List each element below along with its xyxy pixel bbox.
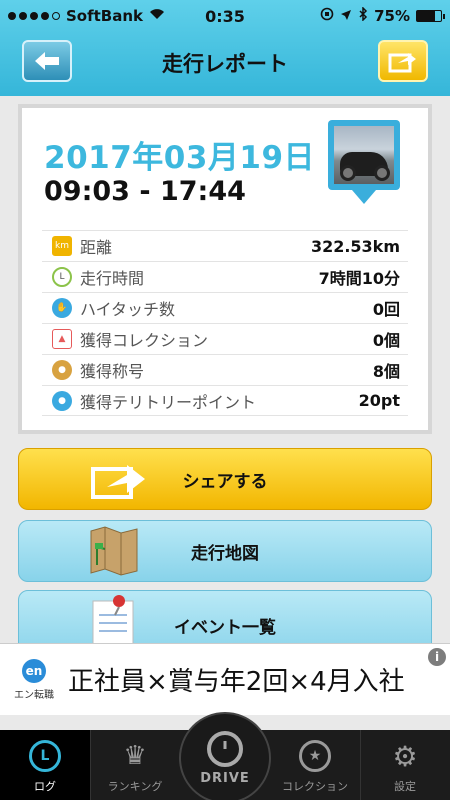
stat-value: 322.53km — [310, 236, 400, 256]
ride-map-label: 走行地図 — [191, 543, 259, 564]
tab-bar: L ログ ♛ ランキング DRIVE ★ コレクション ⚙ 設定 — [0, 712, 450, 800]
share-header-button[interactable] — [378, 40, 428, 82]
stat-row-territory: ● 獲得テリトリーポイント 20pt — [42, 385, 408, 416]
stat-row-collection: ▲ 獲得コレクション 0個 — [42, 323, 408, 354]
wifi-icon — [149, 8, 165, 24]
territory-icon: ● — [52, 390, 72, 411]
report-card: 2017年03月19日 09:03 - 17:44 km 距離 322.53km… — [18, 104, 432, 434]
tab-ranking[interactable]: ♛ ランキング — [90, 730, 180, 800]
stats-list: km 距離 322.53km L 走行時間 7時間10分 ✋ ハイタッチ数 0回… — [42, 230, 408, 416]
ad-text: 正社員×賞与年2回×4月入社 — [68, 667, 405, 697]
stat-value: 7時間10分 — [318, 269, 400, 288]
stat-label: ハイタッチ数 — [80, 300, 176, 319]
orientation-lock-icon — [320, 7, 334, 25]
top-bar: SoftBank 0:35 75% 走行レポート — [0, 0, 450, 96]
tab-drive[interactable]: DRIVE — [179, 712, 271, 800]
nav-bar: 走行レポート — [0, 36, 450, 86]
stat-value: 0回 — [372, 300, 400, 319]
share-button[interactable]: シェアする — [18, 448, 432, 510]
event-list-label: イベント一覧 — [174, 617, 276, 638]
tab-collection[interactable]: ★ コレクション — [270, 730, 360, 800]
drive-label: DRIVE — [200, 770, 250, 786]
share-button-label: シェアする — [182, 471, 268, 492]
signal-strength-icon — [8, 12, 60, 20]
power-icon — [207, 730, 243, 767]
log-clock-icon: L — [29, 740, 61, 772]
share-icon — [91, 465, 145, 499]
high-five-icon: ✋ — [52, 298, 72, 318]
ad-info-icon[interactable]: i — [428, 648, 446, 666]
report-date: 2017年03月19日 — [44, 140, 316, 176]
carrier-name: SoftBank — [66, 7, 144, 25]
distance-icon: km — [52, 236, 72, 256]
stat-row-high-five: ✋ ハイタッチ数 0回 — [42, 292, 408, 323]
drive-button[interactable]: DRIVE — [179, 712, 271, 800]
bluetooth-icon — [358, 6, 368, 25]
stat-row-title: ● 獲得称号 8個 — [42, 354, 408, 385]
ride-map-button[interactable]: 走行地図 — [18, 520, 432, 582]
stat-label: 距離 — [80, 238, 113, 257]
tab-label: ランキング — [107, 780, 163, 793]
ride-photo-pin[interactable] — [328, 120, 400, 208]
ad-logo-mark: en — [22, 658, 46, 683]
battery-percent: 75% — [374, 7, 410, 25]
tab-label: 設定 — [394, 780, 416, 793]
status-bar: SoftBank 0:35 75% — [0, 0, 450, 32]
tab-settings[interactable]: ⚙ 設定 — [360, 730, 450, 800]
stat-label: 獲得テリトリーポイント — [80, 392, 257, 412]
battery-icon — [416, 10, 445, 22]
gear-icon: ⚙ — [392, 739, 418, 773]
ride-photo — [334, 126, 394, 184]
stat-label: 獲得称号 — [80, 362, 145, 381]
stat-value: 20pt — [358, 391, 400, 410]
title-badge-icon: ● — [52, 360, 72, 380]
tab-label: ログ — [34, 780, 56, 793]
stat-label: 走行時間 — [80, 269, 145, 288]
trophy-icon: ♛ — [123, 741, 147, 771]
stat-label: 獲得コレクション — [80, 331, 209, 350]
clock-icon: L — [52, 267, 72, 287]
stat-value: 0個 — [372, 331, 400, 350]
stat-row-distance: km 距離 322.53km — [42, 230, 408, 261]
ad-banner[interactable]: en エン転職 正社員×賞与年2回×4月入社 i — [0, 643, 450, 715]
ad-logo-text: エン転職 — [14, 689, 54, 701]
map-icon — [90, 526, 138, 576]
ad-logo: en エン転職 — [4, 650, 64, 710]
collection-icon: ▲ — [52, 329, 72, 349]
tab-log[interactable]: L ログ — [0, 730, 90, 800]
location-icon — [340, 7, 352, 25]
report-time-range: 09:03 - 17:44 — [44, 176, 246, 207]
star-icon: ★ — [299, 740, 331, 772]
tab-label: コレクション — [282, 780, 348, 793]
stat-value: 8個 — [372, 362, 400, 381]
stat-row-ride-time: L 走行時間 7時間10分 — [42, 261, 408, 292]
memo-pin-icon — [92, 595, 134, 648]
share-icon — [388, 53, 416, 73]
